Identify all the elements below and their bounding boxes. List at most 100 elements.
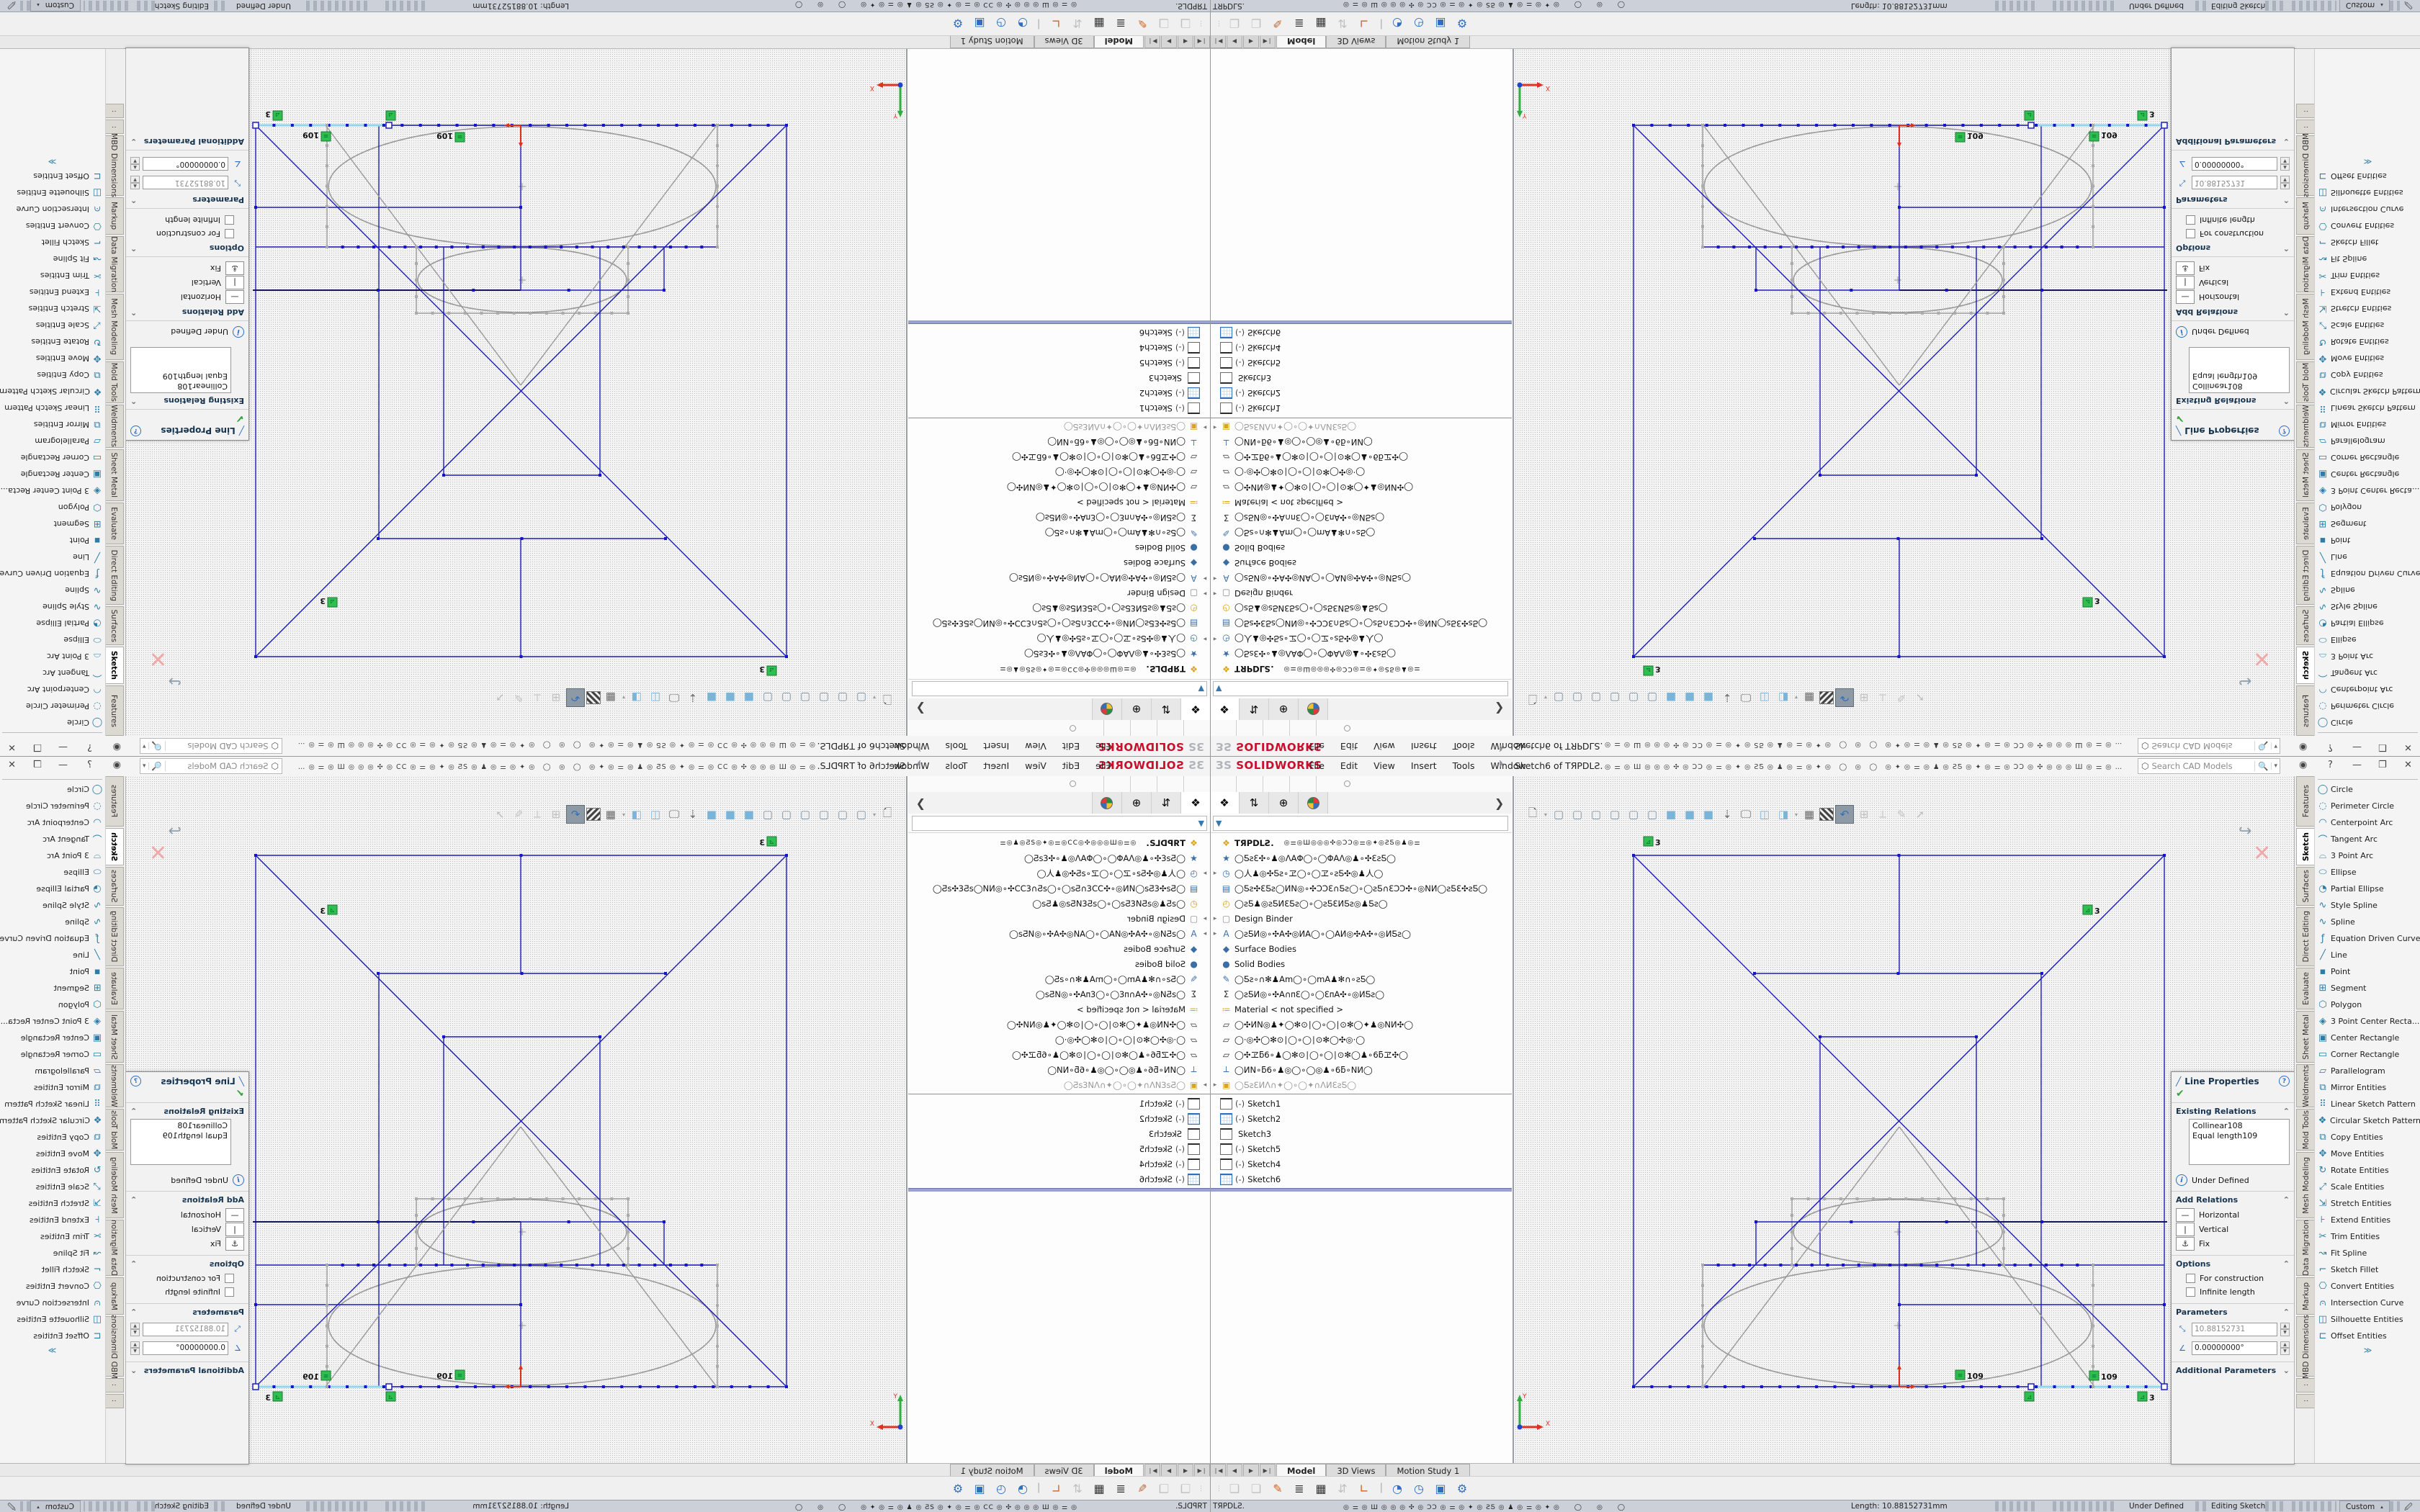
- view-toolbar-icon[interactable]: ▾: [1543, 689, 1549, 706]
- feature-manager-tab[interactable]: ❖: [1180, 698, 1210, 720]
- tool-button[interactable]: ◔ Partial Ellipse: [0, 881, 105, 897]
- relation-entry[interactable]: Equal length109: [2192, 371, 2286, 381]
- tree-item[interactable]: ▸ ▢ Design Binder: [1210, 911, 1512, 926]
- tool-button[interactable]: ▪ Point: [0, 963, 105, 980]
- tree-item[interactable]: ≔ Material < not specified >: [908, 495, 1210, 510]
- search-dropdown-icon[interactable]: ▾: [2271, 742, 2280, 750]
- view-toolbar-icon[interactable]: ▾: [1543, 806, 1549, 823]
- view-toolbar-icon[interactable]: ▾: [1793, 689, 1799, 706]
- tree-item[interactable]: ▸ A ◯ƨƼИ◎∘✣Α✣◎ИΑ◯∘◯ΑИ◎✣Α✣∘◎ИƼƨ◯: [1210, 571, 1512, 586]
- view-toolbar-icon[interactable]: ▦: [602, 689, 619, 706]
- length-field[interactable]: 10.88152731: [143, 1323, 228, 1336]
- tool-button[interactable]: ◌ Perimeter Circle: [0, 698, 105, 714]
- tool-button[interactable]: ⩀ Intersection Curve: [2315, 1295, 2420, 1311]
- account-icon[interactable]: ◉: [2299, 742, 2307, 752]
- view-toolbar-icon[interactable]: 🗋: [879, 689, 896, 706]
- bottom-toolbar-icon[interactable]: ✎: [1134, 1482, 1151, 1495]
- tool-button[interactable]: ▣ Center Rectangle: [0, 1030, 105, 1046]
- search-icon[interactable]: 🔍: [149, 761, 166, 771]
- bottom-toolbar-icon[interactable]: ❘: [1036, 17, 1043, 30]
- tool-button[interactable]: ⌓ 3 Point Arc: [2315, 648, 2420, 665]
- tool-button[interactable]: ⊞ Segment: [2315, 980, 2420, 996]
- command-manager-tab[interactable]: Mesh Modeling: [2296, 1152, 2316, 1218]
- relation-entry[interactable]: Equal length109: [134, 371, 228, 381]
- tree-item[interactable]: Σ ◯ƨƼИ◎∘✣Α∩ᴨƐ◯∘◯ƐᴨΑ✣∘◎ИƼƨ◯: [1210, 986, 1512, 1002]
- tree-item[interactable]: ▱ ◯✣ИN◎♟✦◯✻⊙∣◯∘◯∣⊙✻◯✦♟◎NИ✣◯: [1210, 1017, 1512, 1032]
- ok-check-icon[interactable]: ✔: [2172, 1088, 2294, 1102]
- sketch-item[interactable]: (-) Sketch6: [908, 325, 1210, 341]
- command-manager-tab[interactable]: Mold Tools: [2296, 1109, 2316, 1151]
- tool-button[interactable]: ⩀ Intersection Curve: [0, 1295, 105, 1311]
- view-toolbar-icon[interactable]: Z: [1819, 808, 1834, 821]
- mini-tab[interactable]: [1263, 776, 1290, 792]
- tree-item[interactable]: ⟂ ◯ИN∘ƃ6∘♟◎◯∘◯◎♟∘6ƃ∘NИ◯: [908, 435, 1210, 450]
- tool-button[interactable]: ⤢ Scale Entities: [0, 1179, 105, 1195]
- tool-button[interactable]: ↻ Rotate Entities: [2315, 1162, 2420, 1179]
- tree-item[interactable]: ◆ Surface Bodies: [908, 556, 1210, 571]
- view-toolbar-icon[interactable]: ⇣: [684, 806, 702, 823]
- view-toolbar-icon[interactable]: ▢: [853, 689, 870, 706]
- view-toolbar-icon[interactable]: ▢: [797, 689, 814, 706]
- minimize-button[interactable]: —: [58, 760, 68, 770]
- menu-item[interactable]: View: [1373, 760, 1395, 771]
- tool-button[interactable]: ∿ Spline: [2315, 582, 2420, 598]
- search-icon[interactable]: 🔍: [2254, 761, 2271, 771]
- tool-button[interactable]: ◠ Centerpoint Arc: [2315, 681, 2420, 698]
- search-input[interactable]: ⬡ Search CAD Models 🔍 ▾: [2138, 758, 2280, 774]
- view-toolbar-icon[interactable]: ▢: [1587, 806, 1605, 823]
- tree-item[interactable]: ◴ ◯ƨƼ♟◎ƨƼИƐƼƨ◯∘◯ƨƼƐИƼƨ◎♟Ƽƨ◯: [908, 601, 1210, 616]
- account-icon[interactable]: ◉: [113, 760, 121, 770]
- minimize-button[interactable]: —: [58, 742, 68, 752]
- command-manager-tab[interactable]: :: [104, 1378, 124, 1392]
- tree-item[interactable]: ✎ ◯Ƽƨ∘∩✻♟Αm◯∘◯mΑ♟✻∩∘ƨƼ◯: [1210, 526, 1512, 541]
- tool-button[interactable]: ⊏ Offset Entities: [2315, 168, 2420, 184]
- document-tab[interactable]: 3D Views: [1034, 35, 1094, 48]
- tree-item[interactable]: ▱ ◯·◎✣◯✻⊙∣◯∘◯∣⊙✻◯✣◎·◯: [1210, 1032, 1512, 1047]
- view-toolbar-icon[interactable]: ■: [740, 806, 758, 823]
- checkbox[interactable]: [2186, 215, 2195, 225]
- tool-button[interactable]: ▪ Point: [2315, 532, 2420, 549]
- tree-item[interactable]: ▱ ◯✣ヱƃ6∘♟◯✻⊙∣◯∘◯∣⊙✻◯♟∘6ƃヱ✣◯: [1210, 450, 1512, 465]
- tree-item[interactable]: ▸ ◷ ◯人♟◎✣Ƽƨ∘ヱ◯∘◯ヱ∘ƨƼ✣◎♟人◯: [1210, 865, 1512, 881]
- tab-nav-button[interactable]: ▶: [1161, 1464, 1177, 1477]
- feature-manager-tab[interactable]: [1092, 792, 1121, 814]
- command-manager-tab[interactable]: Weldments: [104, 1064, 124, 1107]
- tool-button[interactable]: ✂ Trim Entities: [0, 1228, 105, 1245]
- collapse-icon[interactable]: ⌃: [2283, 1308, 2290, 1317]
- document-tab[interactable]: Motion Study 1: [950, 35, 1034, 48]
- document-tab[interactable]: Model: [1276, 35, 1326, 48]
- angle-spinner[interactable]: ▲▼: [2280, 158, 2290, 171]
- view-toolbar-icon[interactable]: ▢: [1587, 689, 1605, 706]
- tree-item[interactable]: ★ ◯ƼƨƐ✣∘♟◎ΛΑΦ◯∘◯ΦΑΛ◎♟∘✣ƐƨƼ◯: [1210, 850, 1512, 865]
- bottom-toolbar-icon[interactable]: ❘: [1377, 1482, 1384, 1495]
- tool-button[interactable]: ⇲ Stretch Entities: [0, 300, 105, 317]
- menu-item[interactable]: Edit: [1340, 760, 1358, 771]
- view-toolbar-icon[interactable]: ➚: [1912, 806, 1929, 823]
- tool-button[interactable]: ⊦ Extend Entities: [0, 1212, 105, 1228]
- bottom-toolbar-icon[interactable]: ▣: [971, 17, 988, 30]
- tool-button[interactable]: ∿ Spline: [0, 914, 105, 930]
- view-toolbar-icon[interactable]: ✎: [1893, 689, 1910, 706]
- option-row[interactable]: Infinite length: [2176, 1285, 2290, 1299]
- view-toolbar-icon[interactable]: ↶: [566, 805, 585, 824]
- bottom-toolbar-icon[interactable]: ❏: [1155, 1482, 1173, 1495]
- bottom-toolbar-icon[interactable]: ✎: [1134, 17, 1151, 30]
- tree-item[interactable]: ▸ ◷ ◯人♟◎✣Ƽƨ∘ヱ◯∘◯ヱ∘ƨƼ✣◎♟人◯: [908, 865, 1210, 881]
- relations-list[interactable]: Collinear108Equal length109: [130, 1119, 231, 1165]
- tool-button[interactable]: ⎔ Convert Entities: [0, 217, 105, 234]
- cancel-sketch-icon[interactable]: ✕: [2253, 841, 2271, 866]
- view-toolbar-icon[interactable]: ▢: [778, 689, 795, 706]
- view-toolbar-icon[interactable]: ↶: [1835, 805, 1854, 824]
- bottom-toolbar-icon[interactable]: ⚙: [1453, 17, 1471, 30]
- view-toolbar-icon[interactable]: ▢: [1644, 689, 1661, 706]
- tool-button[interactable]: ╱ Line: [2315, 947, 2420, 963]
- feature-manager-tab[interactable]: ⇅: [1151, 698, 1180, 720]
- tool-button[interactable]: ⧉ Mirror Entities: [2315, 416, 2420, 433]
- tool-button[interactable]: ▪ Point: [2315, 963, 2420, 980]
- angle-spinner[interactable]: ▲▼: [130, 1341, 140, 1355]
- tab-nav-button[interactable]: ▶: [1161, 35, 1177, 48]
- bottom-toolbar-icon[interactable]: ❏: [1177, 1482, 1194, 1495]
- view-toolbar-icon[interactable]: ▢: [815, 806, 833, 823]
- tool-button[interactable]: ⊏ Offset Entities: [0, 1328, 105, 1344]
- tab-nav-button[interactable]: ◀: [1227, 35, 1242, 48]
